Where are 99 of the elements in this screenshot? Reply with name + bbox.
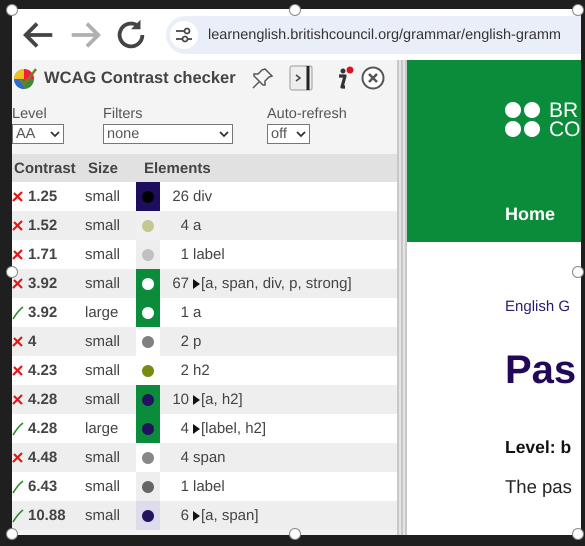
element-count: 4 <box>180 420 189 437</box>
result-row[interactable]: 4.48 small 4 span <box>12 443 397 472</box>
element-tags: [a, span] <box>201 507 259 524</box>
column-header[interactable]: Contrast <box>14 160 88 176</box>
expand-icon[interactable] <box>193 510 200 520</box>
site-settings-icon[interactable] <box>175 26 193 42</box>
logo-text: BR <box>549 101 578 120</box>
text-size: small <box>85 275 122 292</box>
logo-dots-icon <box>505 102 541 138</box>
element-count: 2 <box>180 333 189 350</box>
text-size: small <box>85 507 122 524</box>
panel-title: WCAG Contrast checker <box>44 68 237 88</box>
element-count: 1 <box>180 478 189 495</box>
contrast-ratio: 10.88 <box>28 507 67 524</box>
level-text: Level: b <box>505 437 572 458</box>
result-row[interactable]: 3.92 small 67 [a, span, div, p, strong] <box>12 269 397 298</box>
caret-icon <box>296 130 306 138</box>
element-tags: [a, span, div, p, strong] <box>201 275 352 292</box>
element-tags: label <box>193 246 225 263</box>
text-size: small <box>85 333 122 350</box>
resize-handle[interactable] <box>6 266 18 278</box>
pin-icon[interactable] <box>251 66 275 90</box>
text-size: large <box>85 304 120 321</box>
caret-icon <box>50 130 60 138</box>
address-bar[interactable]: learnenglish.britishcouncil.org/grammar/english-gramm <box>166 16 581 54</box>
text-size: small <box>85 478 122 495</box>
caret-icon <box>219 130 229 138</box>
element-count: 6 <box>180 507 189 524</box>
resize-handle[interactable] <box>572 4 584 16</box>
text-size: small <box>85 391 122 408</box>
contrast-ratio: 4.28 <box>28 420 58 437</box>
nav-link[interactable]: Home <box>505 204 581 225</box>
element-tags: label <box>193 478 225 495</box>
contrast-ratio: 4.23 <box>28 362 58 379</box>
resize-handle[interactable] <box>289 528 301 540</box>
element-count: 10 <box>171 391 189 408</box>
logo-text: CO <box>549 120 580 139</box>
element-count: 4 <box>180 217 189 234</box>
expand-icon[interactable] <box>193 394 200 404</box>
text-size: small <box>85 449 122 466</box>
element-count: 1 <box>180 246 189 263</box>
expand-icon[interactable] <box>193 424 200 434</box>
contrast-ratio: 4.28 <box>28 391 58 408</box>
resize-handle[interactable] <box>572 266 584 278</box>
element-count: 26 <box>171 188 189 205</box>
element-tags: a <box>193 304 202 321</box>
result-row[interactable]: 3.92 large 1 a <box>12 298 397 327</box>
resize-handle[interactable] <box>6 528 18 540</box>
url-text: learnenglish.britishcouncil.org/grammar/english-gramm <box>208 26 561 42</box>
result-row[interactable]: 4.28 small 10 [a, h2] <box>12 385 397 414</box>
contrast-ratio: 1.71 <box>28 246 58 263</box>
contrast-ratio: 3.92 <box>28 304 58 321</box>
contrast-ratio: 1.52 <box>28 217 58 234</box>
element-count: 1 <box>180 304 189 321</box>
contrast-ratio: 1.25 <box>28 188 58 205</box>
element-tags: [label, h2] <box>201 420 266 437</box>
contrast-ratio: 4.48 <box>28 449 58 466</box>
close-icon[interactable] <box>361 66 385 90</box>
dock-side-icon[interactable] <box>289 64 315 92</box>
page-heading: Pas <box>505 347 578 393</box>
result-row[interactable]: 4 small 2 p <box>12 327 397 356</box>
resize-handle[interactable] <box>289 4 301 16</box>
element-tags: h2 <box>193 362 210 379</box>
resize-handle[interactable] <box>6 4 18 16</box>
dropdown[interactable]: AA <box>12 124 64 144</box>
element-tags: a <box>193 217 202 234</box>
result-row[interactable]: 10.88 small 6 [a, span] <box>12 501 397 530</box>
expand-icon[interactable] <box>193 278 200 288</box>
result-row[interactable]: 4.28 large 4 [label, h2] <box>12 414 397 443</box>
contrast-ratio: 6.43 <box>28 478 58 495</box>
element-count: 67 <box>171 275 189 292</box>
control-label: Auto-refresh <box>267 106 348 122</box>
result-row[interactable]: 1.25 small 26 div <box>12 182 397 211</box>
paragraph: The pas <box>505 476 573 498</box>
result-row[interactable]: 1.52 small 4 a <box>12 211 397 240</box>
text-size: large <box>85 420 120 437</box>
text-size: small <box>85 188 122 205</box>
dropdown[interactable]: off <box>267 124 310 144</box>
column-header[interactable]: Elements <box>144 160 397 176</box>
breadcrumb-link[interactable]: English G <box>505 298 581 315</box>
column-header[interactable]: Size <box>88 160 144 176</box>
contrast-ratio: 4 <box>28 333 38 350</box>
text-size: small <box>85 246 122 263</box>
element-tags: div <box>193 188 212 205</box>
result-row[interactable]: 6.43 small 1 label <box>12 472 397 501</box>
resize-handle[interactable] <box>572 528 584 540</box>
element-tags: span <box>193 449 226 466</box>
control-label: Filters <box>103 106 144 122</box>
dropdown[interactable]: none <box>103 124 233 144</box>
text-size: small <box>85 362 122 379</box>
control-label: Level <box>12 106 48 122</box>
element-tags: [a, h2] <box>201 391 243 408</box>
element-count: 2 <box>180 362 189 379</box>
result-row[interactable]: 1.71 small 1 label <box>12 240 397 269</box>
result-row[interactable]: 4.23 small 2 h2 <box>12 356 397 385</box>
contrast-ratio: 3.92 <box>28 275 58 292</box>
text-size: small <box>85 217 122 234</box>
element-tags: p <box>193 333 202 350</box>
element-count: 4 <box>180 449 189 466</box>
